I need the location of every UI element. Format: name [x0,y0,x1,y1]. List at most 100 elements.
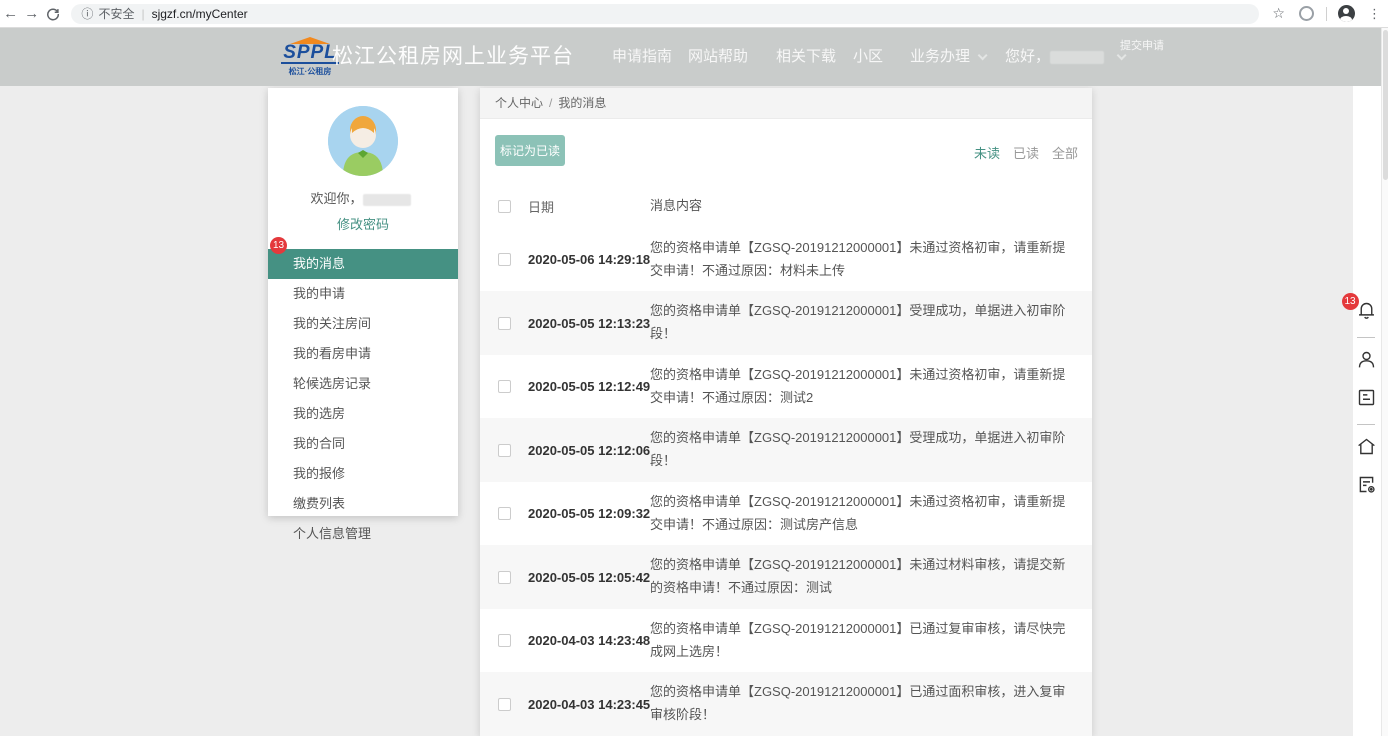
browser-menu-icon[interactable]: ⋮ [1368,6,1381,22]
home-icon[interactable] [1356,436,1377,462]
info-icon[interactable]: ⓘ [81,5,93,22]
welcome-label: 欢迎你， [310,191,362,206]
header-nav-item[interactable]: 相关下载 [776,28,836,86]
table-row: 2020-05-05 12:09:32您的资格申请单【ZGSQ-20191212… [480,482,1092,546]
tab-filter-2[interactable]: 全部 [1052,146,1078,161]
message-date: 2020-04-03 14:23:48 [528,633,650,648]
message-content: 您的资格申请单【ZGSQ-20191212000001】未通过资格初审，请重新提… [650,364,1092,410]
header-nav-item[interactable]: 业务办理 [910,28,984,86]
chevron-down-icon [978,50,988,60]
bookmark-star-icon[interactable]: ☆ [1272,5,1285,22]
message-date: 2020-05-05 12:13:23 [528,316,650,331]
page-body: 欢迎你， 修改密码 13 我的消息我的申请我的关注房间我的看房申请轮候选房记录我… [0,86,1388,736]
row-checkbox[interactable] [498,571,511,584]
table-body: 2020-05-06 14:29:18您的资格申请单【ZGSQ-20191212… [480,228,1092,736]
table-row: 2020-05-05 12:12:06您的资格申请单【ZGSQ-20191212… [480,418,1092,482]
header-nav-item[interactable]: 申请指南 [612,28,672,86]
row-checkbox[interactable] [498,698,511,711]
change-password-link[interactable]: 修改密码 [268,214,458,233]
date-column-header: 日期 [528,197,650,216]
sidebar-item-6[interactable]: 我的合同 [268,429,458,459]
unread-count-badge: 13 [270,237,287,254]
redacted-username [363,194,411,206]
toolbar-divider [1357,337,1375,338]
sidebar: 欢迎你， 修改密码 13 我的消息我的申请我的关注房间我的看房申请轮候选房记录我… [268,88,458,516]
message-content: 您的资格申请单【ZGSQ-20191212000001】受理成功，单据进入初审阶… [650,300,1092,346]
browser-toolbar: ← → ⓘ 不安全 | sjgzf.cn/myCenter ☆ ⋮ [0,0,1388,28]
message-content: 您的资格申请单【ZGSQ-20191212000001】未通过资格初审，请重新提… [650,491,1092,537]
browser-actions: ☆ ⋮ [1265,5,1388,22]
message-date: 2020-05-05 12:12:49 [528,379,650,394]
row-checkbox[interactable] [498,507,511,520]
site-title: 松江公租房网上业务平台 [332,28,574,86]
table-row: 2020-05-05 12:12:49您的资格申请单【ZGSQ-20191212… [480,355,1092,419]
row-checkbox[interactable] [498,253,511,266]
header-nav-item[interactable]: 小区 [853,28,883,86]
row-checkbox[interactable] [498,634,511,647]
redacted-username [1050,51,1104,64]
sidebar-item-3[interactable]: 我的看房申请 [268,339,458,369]
message-date: 2020-05-05 12:05:42 [528,570,650,585]
float-toolbar: 13 [1351,294,1381,506]
sidebar-item-9[interactable]: 个人信息管理 [268,519,458,549]
bell-icon[interactable]: 13 [1356,300,1377,326]
nav-label: 申请指南 [612,48,672,65]
message-content: 您的资格申请单【ZGSQ-20191212000001】未通过材料审核，请提交新… [650,554,1092,600]
url-separator: | [141,7,144,21]
extension-icon[interactable] [1299,6,1314,21]
header-nav-item[interactable]: 网站帮助 [688,28,748,86]
site-header: SPPL 松江·公租房 松江公租房网上业务平台 申请指南网站帮助相关下载小区业务… [0,28,1388,86]
breadcrumb-root[interactable]: 个人中心 [495,96,543,110]
page-scrollbar[interactable] [1381,28,1388,736]
main-panel: 个人中心/我的消息 标记为已读 未读已读全部 日期 消息内容 2020-05-0… [480,88,1092,736]
tab-filter-0[interactable]: 未读 [974,146,1000,161]
browser-reload-icon[interactable] [42,7,63,21]
message-content: 您的资格申请单【ZGSQ-20191212000001】已通过复审审核，请尽快完… [650,618,1092,664]
breadcrumb-separator: / [549,96,552,110]
browser-profile-icon[interactable] [1338,5,1355,22]
table-row: 2020-04-03 14:23:48您的资格申请单【ZGSQ-20191212… [480,609,1092,673]
tab-filter-1[interactable]: 已读 [1013,146,1039,161]
browser-forward-icon[interactable]: → [21,5,42,22]
submit-application-link[interactable]: 提交申请 [1120,37,1164,53]
user-icon[interactable] [1356,349,1377,375]
message-content: 您的资格申请单【ZGSQ-20191212000001】未通过资格初审，请重新提… [650,237,1092,283]
document-gear-icon[interactable] [1356,474,1377,500]
actions-row: 标记为已读 未读已读全部 [480,119,1092,185]
row-checkbox[interactable] [498,444,511,457]
message-content: 您的资格申请单【ZGSQ-20191212000001】受理成功，单据进入初审阶… [650,427,1092,473]
filter-tabs: 未读已读全部 [961,143,1078,162]
toolbar-divider [1357,424,1375,425]
mark-read-button[interactable]: 标记为已读 [495,135,565,166]
welcome-text: 欢迎你， [268,188,458,207]
address-bar[interactable]: ⓘ 不安全 | sjgzf.cn/myCenter [71,4,1259,24]
sidebar-item-8[interactable]: 缴费列表 [268,489,458,519]
message-date: 2020-05-05 12:09:32 [528,506,650,521]
content-column-header: 消息内容 [650,195,1092,218]
bell-badge: 13 [1342,293,1359,310]
nav-label: 相关下载 [776,48,836,65]
nav-label: 业务办理 [910,48,970,65]
select-all-checkbox[interactable] [498,200,511,213]
sidebar-item-5[interactable]: 我的选房 [268,399,458,429]
nav-label: 您好， [1005,48,1050,65]
sidebar-item-4[interactable]: 轮候选房记录 [268,369,458,399]
avatar [328,106,398,176]
sidebar-item-1[interactable]: 我的申请 [268,279,458,309]
message-date: 2020-05-05 12:12:06 [528,443,650,458]
document-icon[interactable] [1356,387,1377,413]
browser-back-icon[interactable]: ← [0,5,21,22]
table-row: 2020-05-06 14:29:18您的资格申请单【ZGSQ-20191212… [480,228,1092,292]
sidebar-item-0[interactable]: 我的消息 [268,249,458,279]
row-checkbox[interactable] [498,317,511,330]
sidebar-item-2[interactable]: 我的关注房间 [268,309,458,339]
table-row: 2020-05-05 12:13:23您的资格申请单【ZGSQ-20191212… [480,291,1092,355]
table-row: 2020-05-05 12:05:42您的资格申请单【ZGSQ-20191212… [480,545,1092,609]
row-checkbox[interactable] [498,380,511,393]
scrollbar-thumb[interactable] [1383,30,1388,180]
sidebar-item-7[interactable]: 我的报修 [268,459,458,489]
message-date: 2020-05-06 14:29:18 [528,252,650,267]
header-nav-item[interactable]: 您好， [1005,28,1123,86]
table-row: 2020-04-03 14:23:45您的资格申请单【ZGSQ-20191212… [480,672,1092,736]
table-header-row: 日期 消息内容 [480,185,1092,228]
